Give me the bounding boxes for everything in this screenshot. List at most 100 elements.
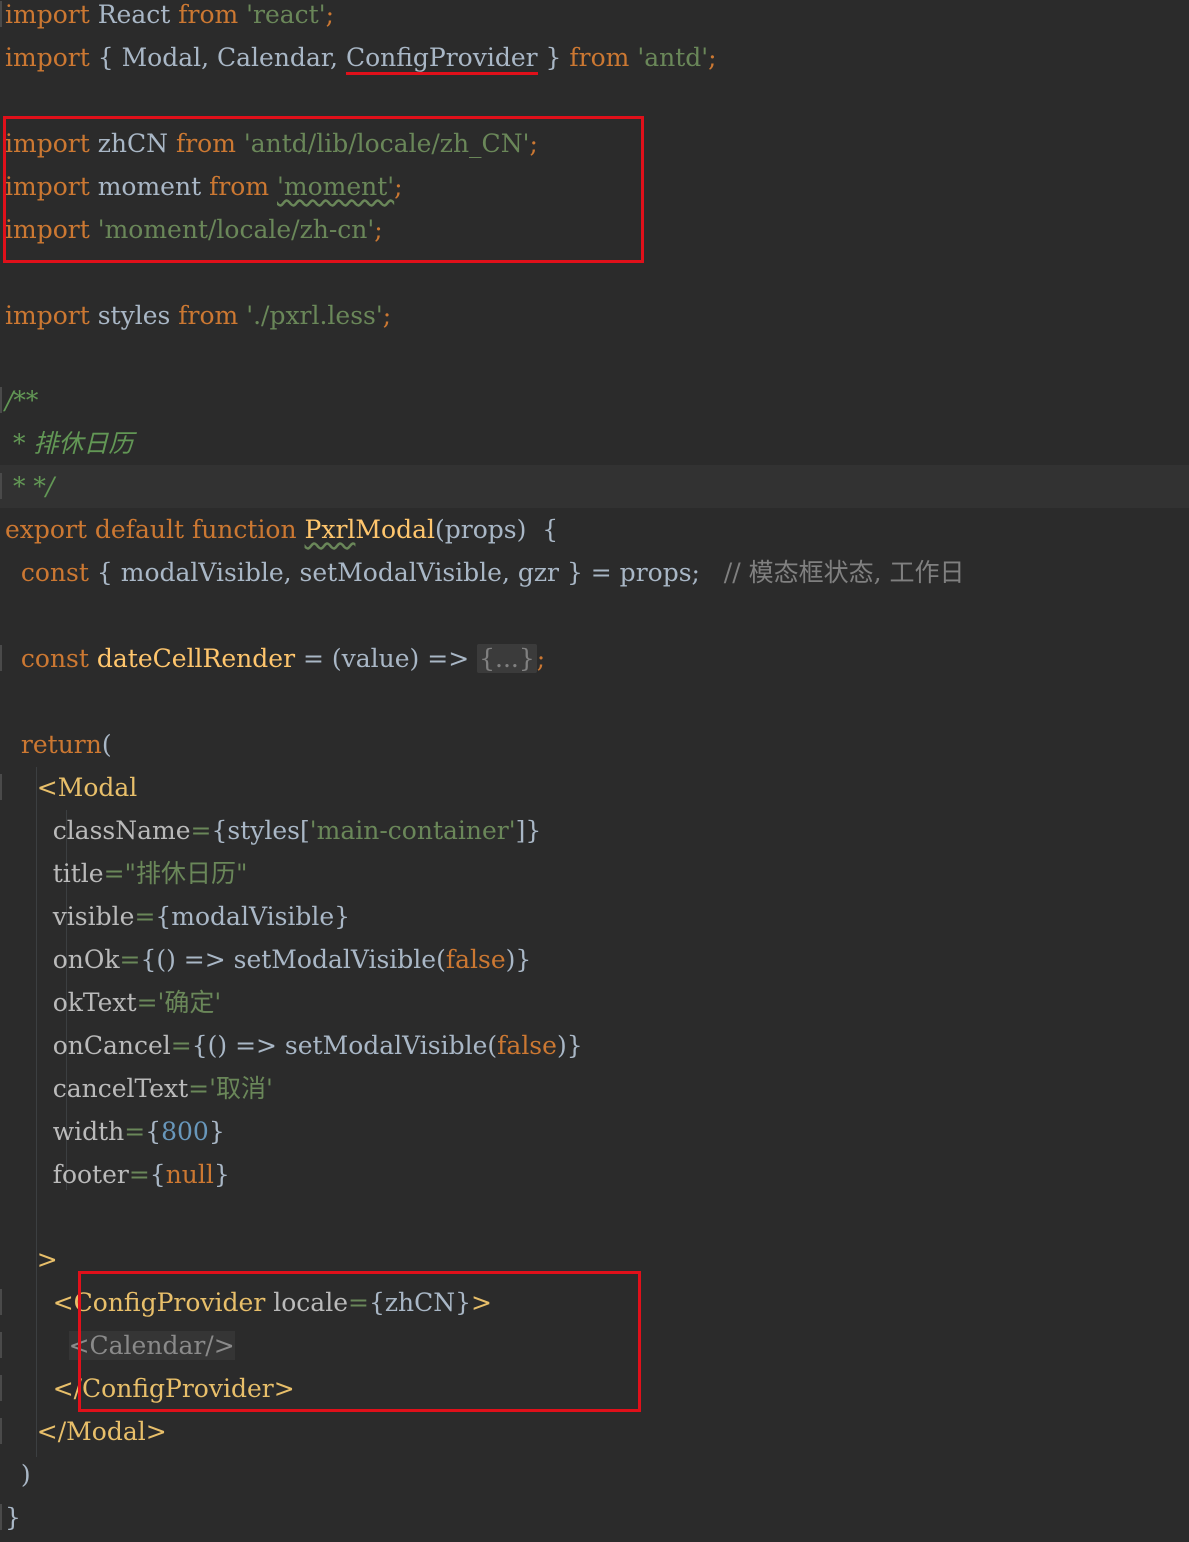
params: (props) {: [434, 515, 559, 544]
equals: =: [188, 1074, 210, 1103]
string: 'main-container': [309, 816, 516, 845]
punct: ;: [325, 0, 335, 29]
brace: {: [149, 1160, 166, 1189]
jsx-attr: cancelText: [52, 1074, 189, 1103]
code-line-28[interactable]: footer={null}: [0, 1153, 1189, 1196]
code-line-2[interactable]: import { Modal, Calendar, ConfigProvider…: [0, 36, 1189, 79]
expression: ]}: [515, 816, 542, 845]
code-line-19[interactable]: <Modal: [0, 766, 1189, 809]
code-line-35[interactable]: ): [0, 1453, 1189, 1496]
code-line-21[interactable]: title="排休日历": [0, 852, 1189, 895]
string: 'antd': [629, 43, 709, 72]
string: 'react': [238, 0, 326, 29]
code-line-27[interactable]: width={800}: [0, 1110, 1189, 1153]
fold-marker[interactable]: [0, 1375, 2, 1401]
code-editor[interactable]: import React from 'react'; import { Moda…: [0, 0, 1189, 1542]
keyword: null: [165, 1160, 214, 1189]
jsx-tag: >: [36, 1245, 58, 1274]
fold-marker[interactable]: [0, 1504, 2, 1530]
keyword: import: [5, 301, 90, 330]
fold-marker[interactable]: [0, 1332, 2, 1358]
code-line-11[interactable]: * 排休日历: [0, 422, 1189, 465]
fold-marker[interactable]: [0, 1418, 2, 1444]
paren: ): [5, 1460, 31, 1489]
jsx-attr: onOk: [52, 945, 120, 974]
expression: {() => setModalVisible(: [191, 1031, 498, 1060]
expression: {() => setModalVisible(: [140, 945, 446, 974]
comment: * 排休日历: [5, 429, 134, 458]
fold-marker[interactable]: [0, 774, 2, 800]
equals: =: [128, 1160, 150, 1189]
function-name: dateCellRender: [96, 644, 296, 673]
string: './pxrl.less': [238, 301, 383, 330]
code-line-20[interactable]: className={styles['main-container']}: [0, 809, 1189, 852]
fold-marker[interactable]: [0, 1, 2, 27]
code-line-26[interactable]: cancelText='取消': [0, 1067, 1189, 1110]
string: "排休日历": [124, 859, 248, 888]
code-line-14[interactable]: const { modalVisible, setModalVisible, g…: [0, 551, 1189, 594]
code-line-18[interactable]: return(: [0, 723, 1189, 766]
keyword: const: [20, 558, 89, 587]
brace: {: [145, 1117, 162, 1146]
function-name-warn: Pxrl: [304, 515, 356, 544]
code-line-24[interactable]: okText='确定': [0, 981, 1189, 1024]
fold-marker[interactable]: [0, 1289, 2, 1315]
brace: }: [5, 1503, 21, 1532]
equals: =: [136, 988, 158, 1017]
fold-marker[interactable]: [0, 645, 2, 671]
string: '确定': [157, 988, 222, 1017]
code-line-23[interactable]: onOk={() => setModalVisible(false)}: [0, 938, 1189, 981]
jsx-attr: width: [52, 1117, 125, 1146]
jsx-attr: footer: [52, 1160, 129, 1189]
equals: =: [170, 1031, 192, 1060]
code-line-16[interactable]: const dateCellRender = (value) => {...};: [0, 637, 1189, 680]
expression: {modalVisible}: [155, 902, 351, 931]
comment: /**: [5, 386, 39, 415]
code-line-25[interactable]: onCancel={() => setModalVisible(false)}: [0, 1024, 1189, 1067]
code-line-22[interactable]: visible={modalVisible}: [0, 895, 1189, 938]
equals: =: [124, 1117, 146, 1146]
code-line-10[interactable]: /**: [0, 379, 1189, 422]
punct: ;: [536, 644, 546, 673]
jsx-attr: title: [52, 859, 104, 888]
expression: )}: [556, 1031, 583, 1060]
line-comment: // 模态框状态, 工作日: [699, 558, 965, 587]
equals: =: [190, 816, 212, 845]
function-name: Modal: [355, 515, 435, 544]
code-line-36[interactable]: }: [0, 1496, 1189, 1539]
punct: ;: [708, 43, 717, 72]
fold-marker[interactable]: [0, 387, 2, 413]
code-line-34[interactable]: </Modal>: [0, 1410, 1189, 1453]
fold-marker[interactable]: [0, 473, 2, 499]
folded-code[interactable]: {...}: [477, 644, 537, 673]
expression: )}: [505, 945, 532, 974]
brace: }: [208, 1117, 225, 1146]
keyword: from: [178, 301, 239, 330]
jsx-attr: onCancel: [52, 1031, 171, 1060]
equals: =: [119, 945, 141, 974]
jsx-attr: visible: [52, 902, 135, 931]
identifier: = (value) =>: [295, 644, 478, 673]
code-line-8[interactable]: import styles from './pxrl.less';: [0, 294, 1189, 337]
equals: =: [134, 902, 156, 931]
identifier: React: [89, 0, 179, 29]
keyword: import: [5, 0, 90, 29]
code-line-1[interactable]: import React from 'react';: [0, 0, 1189, 36]
keyword: const: [20, 644, 89, 673]
code-line-12[interactable]: * */: [0, 465, 1189, 508]
keyword: false: [497, 1031, 557, 1060]
keyword: import: [5, 43, 90, 72]
code-line-13[interactable]: export default function PxrlModal(props)…: [0, 508, 1189, 551]
comment: * */: [5, 472, 55, 501]
